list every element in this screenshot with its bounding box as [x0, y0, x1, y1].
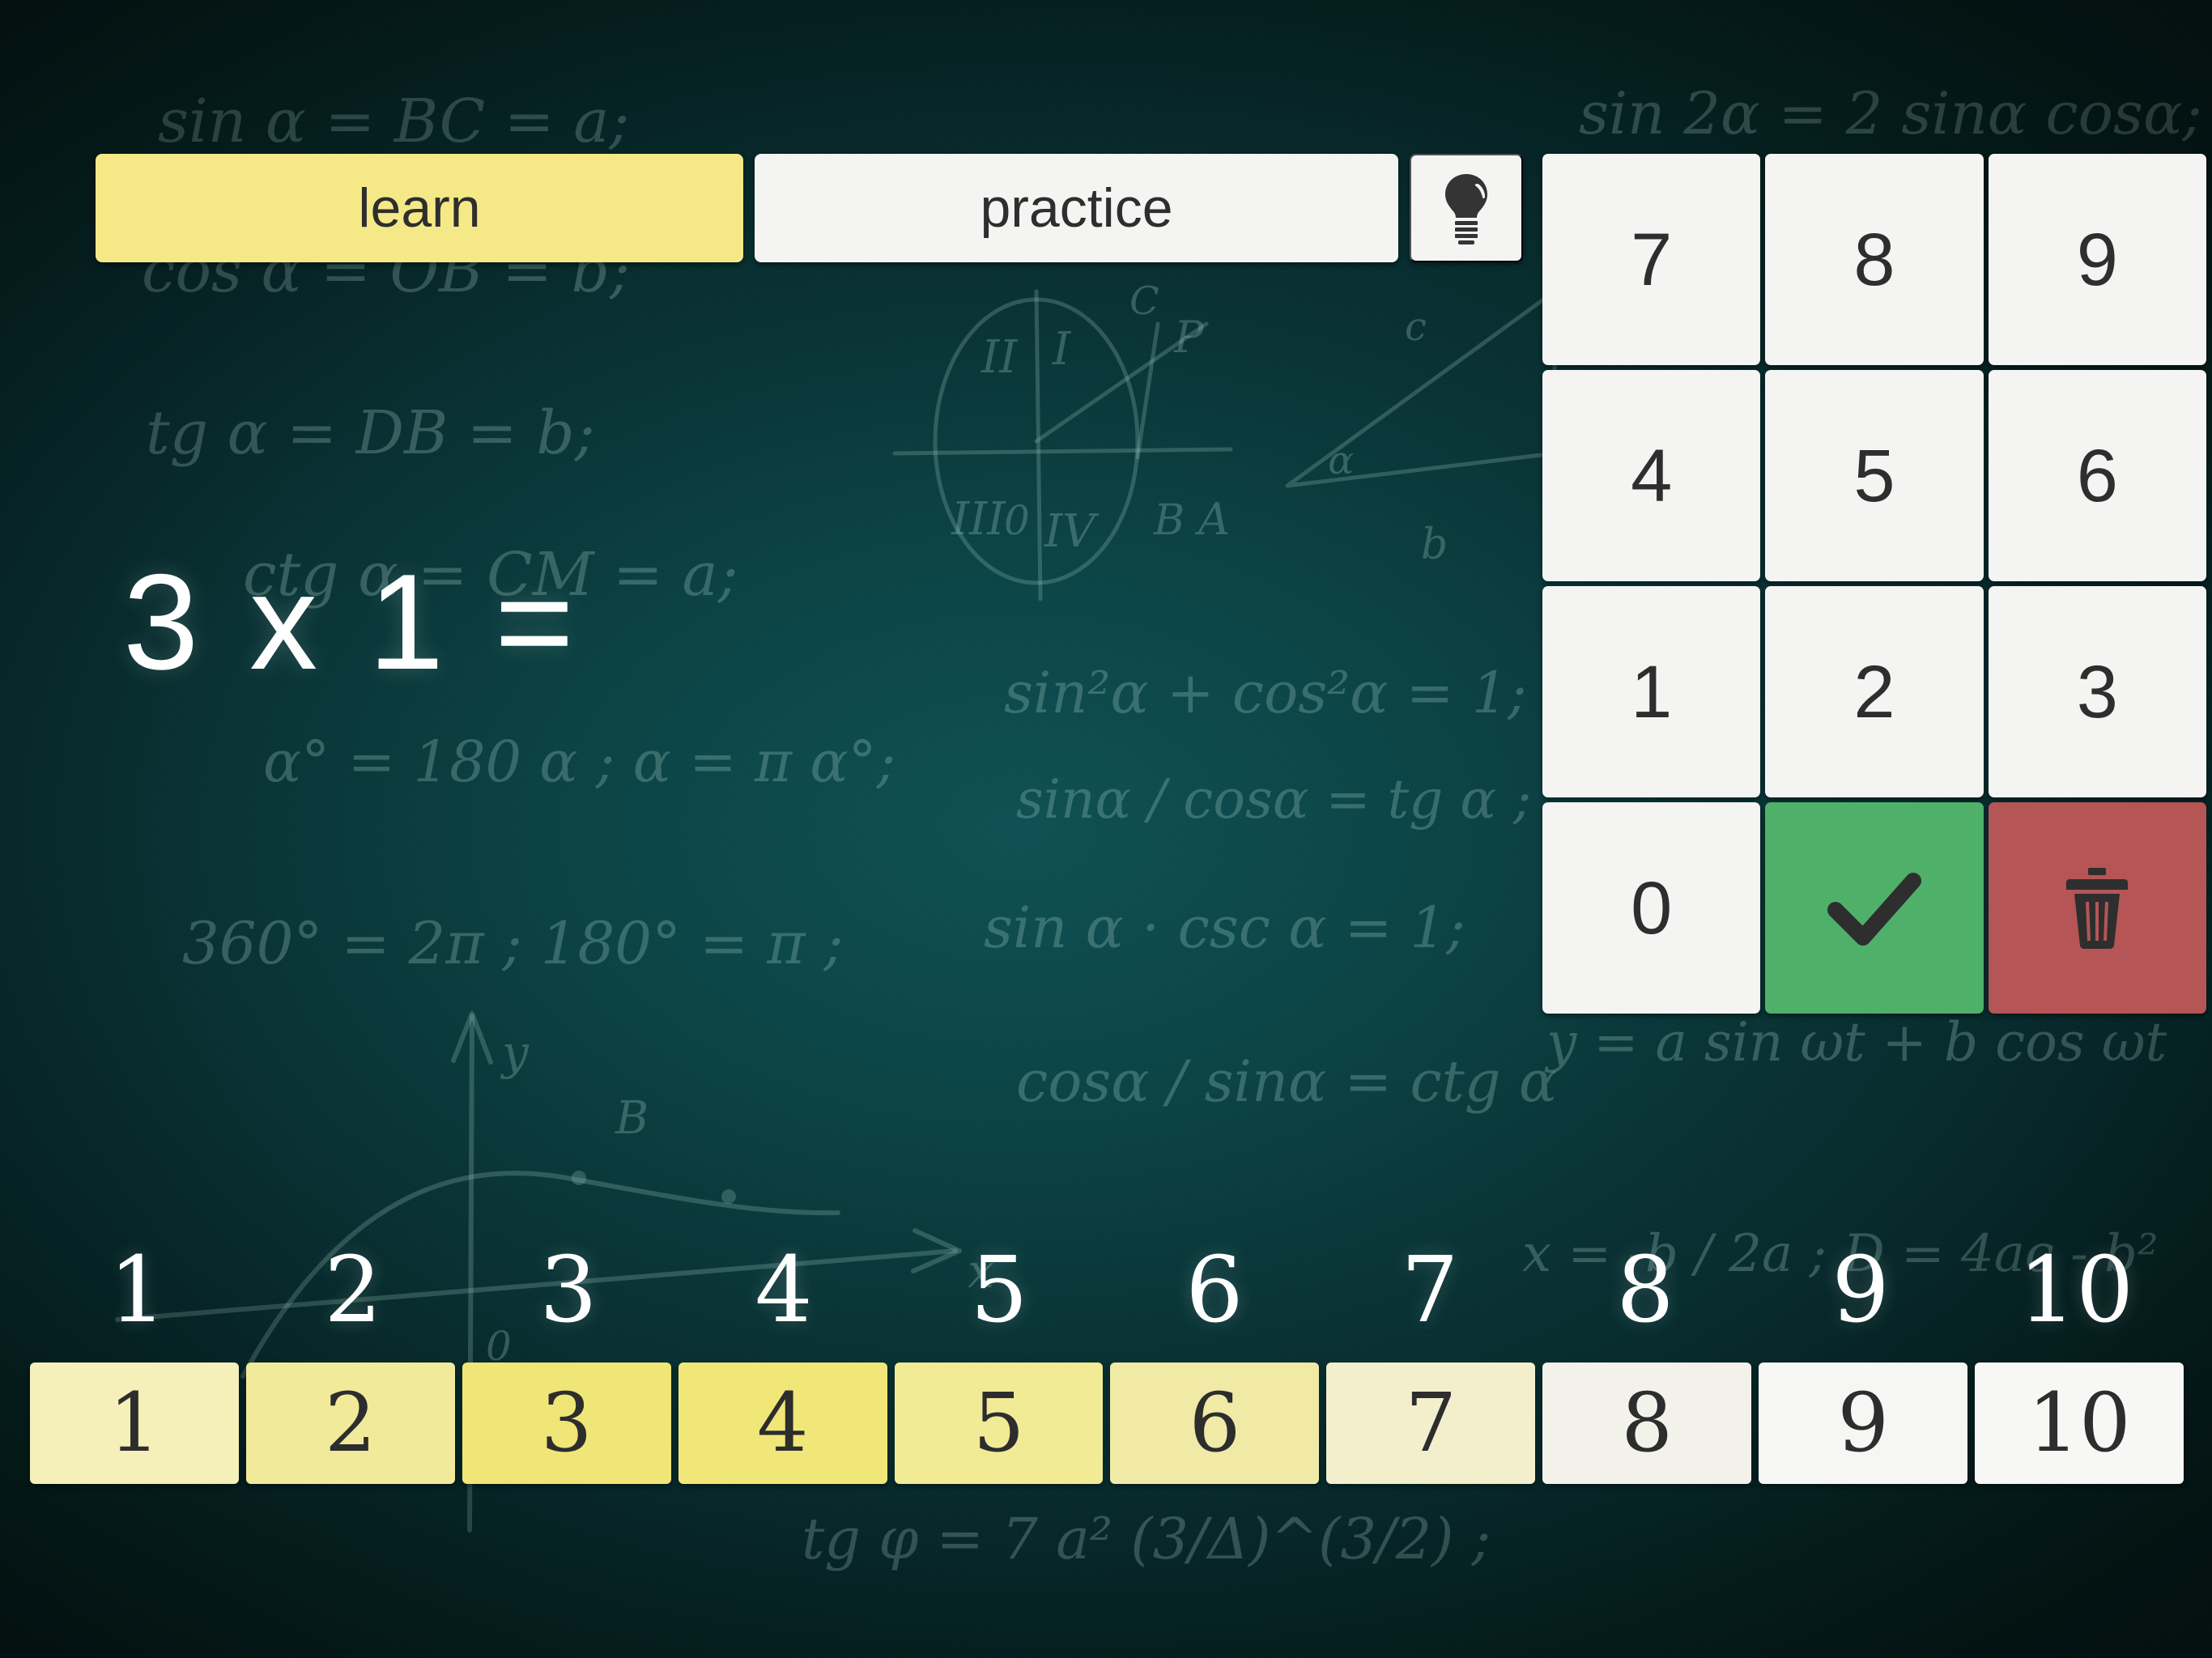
- key-label: 4: [1631, 434, 1673, 517]
- scale-label-5: 5: [970, 1238, 1028, 1343]
- key-label: 0: [1631, 866, 1673, 950]
- progress-strip: 1 2 3 4 5 6 7 8 9 10: [30, 1363, 2184, 1484]
- scale-label-8: 8: [1616, 1238, 1674, 1343]
- numeric-keypad: 7 8 9 4 5 6 1 2 3 0: [1542, 154, 2206, 1014]
- progress-cell-label: 3: [540, 1375, 593, 1470]
- key-label: 5: [1853, 434, 1895, 517]
- tab-learn-label: learn: [358, 177, 481, 239]
- key-7[interactable]: 7: [1542, 154, 1761, 365]
- check-icon: [1826, 868, 1923, 949]
- key-3[interactable]: 3: [1988, 586, 2206, 797]
- progress-cell-6[interactable]: 6: [1110, 1363, 1320, 1484]
- progress-cell-5[interactable]: 5: [894, 1363, 1104, 1484]
- progress-cell-label: 7: [1405, 1375, 1457, 1470]
- progress-cell-label: 8: [1621, 1375, 1674, 1470]
- app-root: sin α = BC = a; cos α = OB = b; tg α = D…: [0, 0, 2212, 1658]
- progress-cell-label: 4: [756, 1375, 809, 1470]
- progress-cell-9[interactable]: 9: [1759, 1363, 1968, 1484]
- key-5[interactable]: 5: [1765, 370, 1984, 581]
- key-4[interactable]: 4: [1542, 370, 1761, 581]
- key-label: 6: [2076, 434, 2118, 517]
- progress-cell-label: 2: [325, 1375, 376, 1470]
- key-label: 9: [2076, 218, 2118, 301]
- key-label: 1: [1631, 650, 1673, 733]
- progress-cell-3[interactable]: 3: [462, 1363, 671, 1484]
- progress-cell-4[interactable]: 4: [678, 1363, 887, 1484]
- progress-cell-label: 1: [108, 1375, 160, 1470]
- progress-cell-label: 9: [1837, 1375, 1889, 1470]
- progress-cell-8[interactable]: 8: [1542, 1363, 1752, 1484]
- scale-label-6: 6: [1185, 1238, 1244, 1343]
- progress-cell-label: 10: [2027, 1375, 2131, 1470]
- tab-practice[interactable]: practice: [755, 154, 1398, 262]
- key-label: 8: [1853, 218, 1895, 301]
- key-1[interactable]: 1: [1542, 586, 1761, 797]
- key-0[interactable]: 0: [1542, 802, 1761, 1014]
- progress-cell-label: 6: [1189, 1375, 1241, 1470]
- key-2[interactable]: 2: [1765, 586, 1984, 797]
- key-8[interactable]: 8: [1765, 154, 1984, 365]
- key-9[interactable]: 9: [1988, 154, 2206, 365]
- progress-cell-label: 5: [972, 1375, 1025, 1470]
- scale-label-3: 3: [539, 1238, 598, 1343]
- number-scale: 1 2 3 4 5 6 7 8 9 10: [30, 1229, 2184, 1352]
- equation-prompt: 3 x 1 =: [123, 546, 581, 698]
- progress-cell-10[interactable]: 10: [1975, 1363, 2184, 1484]
- scale-label-10: 10: [2018, 1238, 2134, 1343]
- progress-cell-7[interactable]: 7: [1326, 1363, 1536, 1484]
- progress-cell-1[interactable]: 1: [30, 1363, 239, 1484]
- tab-practice-label: practice: [980, 177, 1173, 239]
- scale-label-4: 4: [755, 1238, 813, 1343]
- key-label: 7: [1631, 218, 1673, 301]
- progress-cell-2[interactable]: 2: [245, 1363, 455, 1484]
- scale-label-7: 7: [1401, 1238, 1459, 1343]
- key-6[interactable]: 6: [1988, 370, 2206, 581]
- scale-label-2: 2: [324, 1238, 382, 1343]
- hint-button[interactable]: [1410, 154, 1523, 262]
- confirm-button[interactable]: [1765, 802, 1984, 1014]
- delete-button[interactable]: [1988, 802, 2206, 1014]
- scale-label-9: 9: [1831, 1238, 1890, 1343]
- tab-learn[interactable]: learn: [96, 154, 743, 262]
- key-label: 3: [2076, 650, 2118, 733]
- mode-tabbar: learn practice: [96, 154, 1523, 262]
- key-label: 2: [1853, 650, 1895, 733]
- trash-icon: [2060, 866, 2134, 950]
- lightbulb-icon: [1438, 171, 1495, 245]
- scale-label-1: 1: [108, 1238, 167, 1343]
